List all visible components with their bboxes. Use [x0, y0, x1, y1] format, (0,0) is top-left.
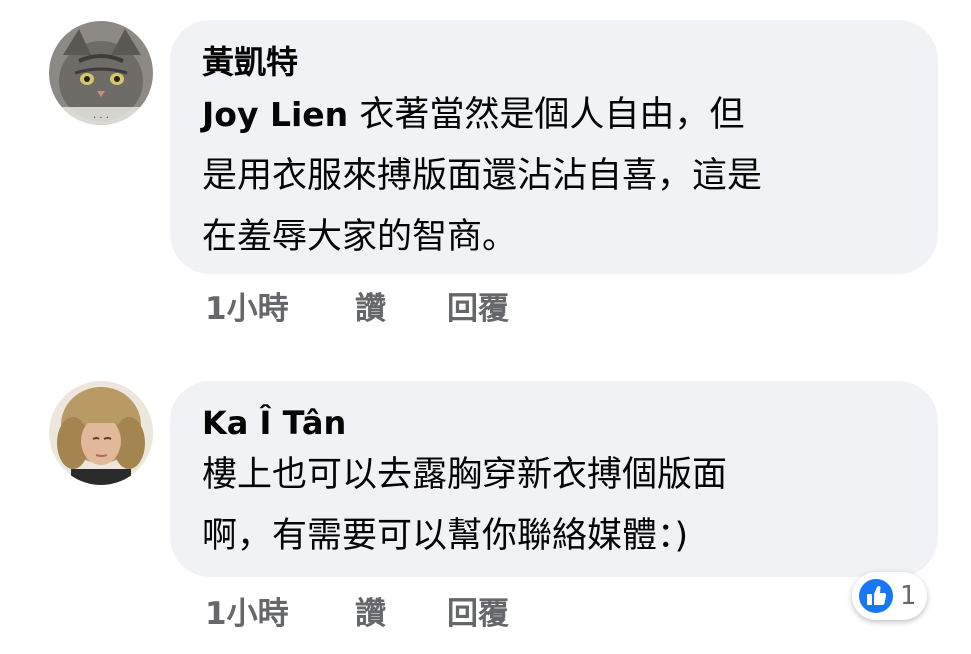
comment-bubble: 黃凱特 Joy Lien 衣著當然是個人自由，但 是用衣服來搏版面還沾沾自喜，這… — [170, 20, 938, 274]
comment-bubble: Ka Î Tân 樓上也可以去露胸穿新衣搏個版面 啊，有需要可以幫你聯絡媒體：) — [170, 381, 938, 577]
timestamp[interactable]: 1小時 — [205, 283, 355, 328]
comment-text: Joy Lien 衣著當然是個人自由，但 是用衣服來搏版面還沾沾自喜，這是 在羞… — [202, 95, 763, 257]
like-button[interactable]: 讚 — [355, 588, 447, 633]
comment-actions: 1小時 讚 回覆 — [205, 280, 509, 330]
timestamp[interactable]: 1小時 — [205, 588, 355, 633]
reply-button[interactable]: 回覆 — [447, 588, 509, 633]
reply-button[interactable]: 回覆 — [447, 283, 509, 328]
comment-thread: · · · 黃凱特 Joy Lien 衣著當然是個人自由，但 是用衣服來搏版面還… — [0, 0, 971, 654]
svg-text:· · ·: · · · — [93, 113, 109, 124]
comment-text: 樓上也可以去露胸穿新衣搏個版面 啊，有需要可以幫你聯絡媒體：) — [202, 455, 728, 556]
like-button[interactable]: 讚 — [355, 283, 447, 328]
like-icon — [857, 577, 895, 615]
comment-actions: 1小時 讚 回覆 — [205, 585, 509, 635]
mention-link[interactable]: Joy Lien — [202, 95, 348, 134]
avatar-person[interactable] — [49, 381, 153, 485]
comment-author[interactable]: Ka Î Tân — [202, 401, 906, 445]
reaction-summary[interactable]: 1 — [852, 572, 927, 620]
comment-author[interactable]: 黃凱特 — [202, 40, 906, 84]
reaction-count: 1 — [900, 581, 917, 611]
avatar-cat[interactable]: · · · — [49, 21, 153, 125]
